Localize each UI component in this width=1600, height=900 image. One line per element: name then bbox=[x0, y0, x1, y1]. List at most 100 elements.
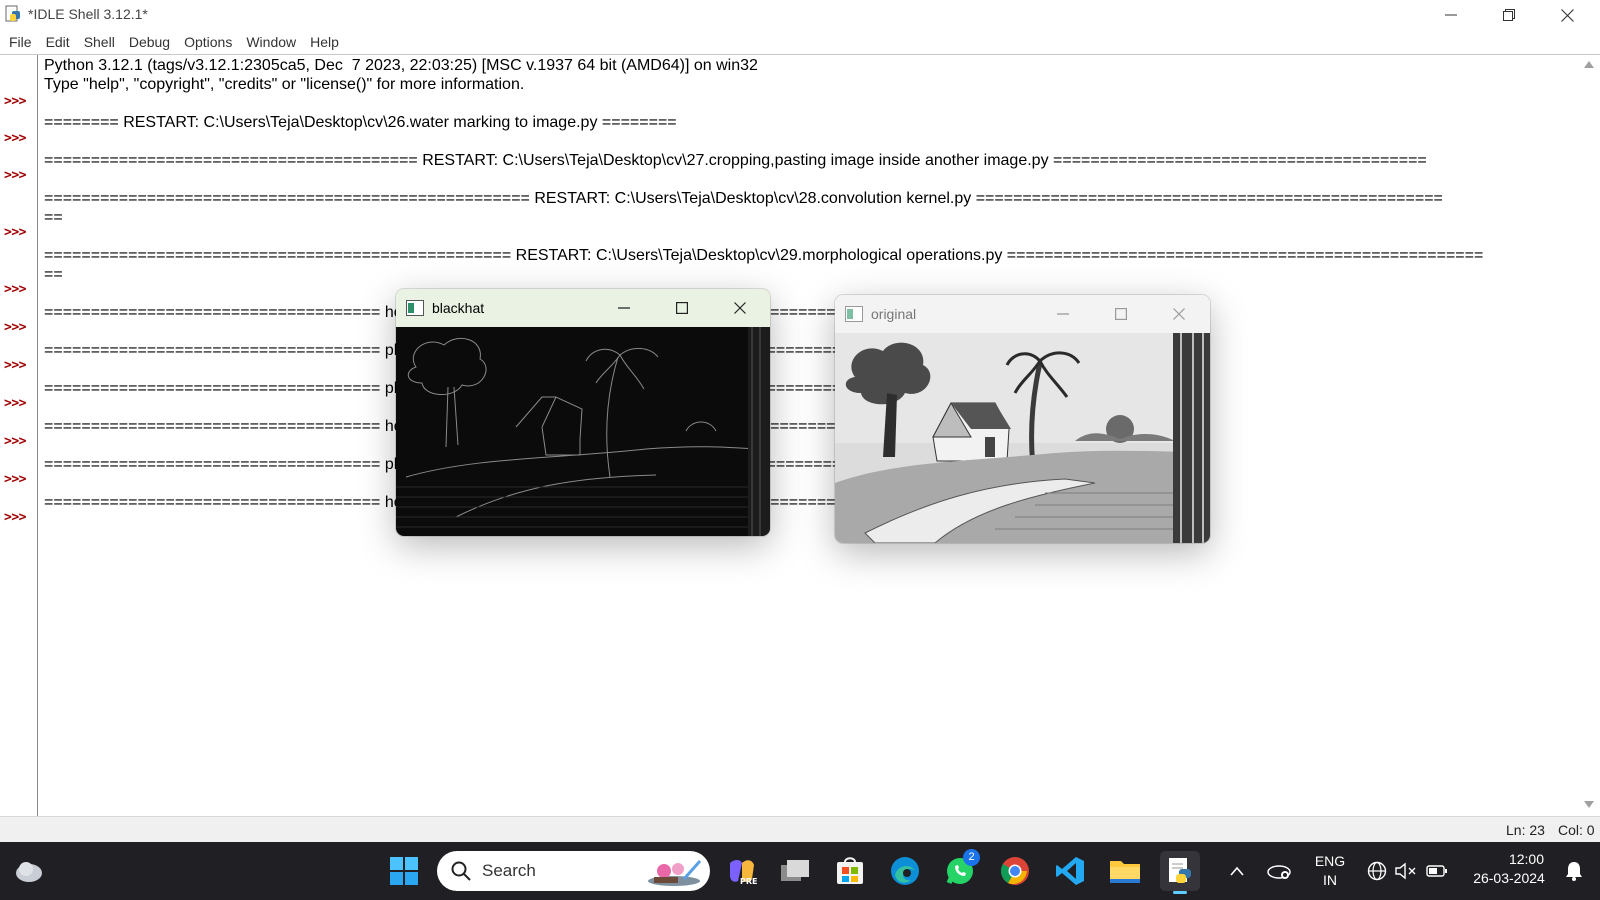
folder-icon bbox=[1110, 861, 1140, 883]
running-indicator bbox=[1173, 891, 1187, 894]
prompt-marker: >>> bbox=[4, 396, 26, 411]
scroll-up-icon[interactable] bbox=[1584, 61, 1594, 68]
scroll-down-icon[interactable] bbox=[1584, 801, 1594, 808]
menu-options[interactable]: Options bbox=[177, 31, 239, 53]
prompt-marker: >>> bbox=[4, 225, 26, 240]
minimize-icon bbox=[618, 307, 630, 309]
close-button[interactable] bbox=[1538, 0, 1596, 30]
task-view-icon bbox=[781, 860, 809, 881]
blackhat-window[interactable]: blackhat bbox=[396, 289, 770, 536]
edge-icon bbox=[891, 857, 919, 885]
menu-debug[interactable]: Debug bbox=[122, 31, 177, 53]
chrome-icon bbox=[1001, 857, 1029, 885]
prompt-marker: >>> bbox=[4, 472, 26, 487]
menu-help[interactable]: Help bbox=[303, 31, 346, 53]
menu-window[interactable]: Window bbox=[239, 31, 303, 53]
title-bar: *IDLE Shell 3.12.1* bbox=[0, 0, 1600, 30]
clock-date: 26-03-2024 bbox=[1473, 870, 1545, 886]
shell-frame: >>> >>> >>> >>> >>> >>> >>> >>> >>> >>> … bbox=[0, 54, 1600, 816]
store-icon bbox=[837, 857, 863, 884]
onedrive-tray[interactable] bbox=[1262, 851, 1296, 891]
shell-line: ========================================… bbox=[44, 190, 1443, 207]
opencv-window-icon bbox=[406, 300, 424, 316]
prompt-marker: >>> bbox=[4, 510, 26, 525]
close-icon bbox=[734, 302, 746, 314]
clock[interactable]: 12:00 26-03-2024 bbox=[1462, 851, 1556, 886]
battery-icon bbox=[1426, 865, 1447, 877]
notifications-button[interactable] bbox=[1556, 851, 1592, 891]
idle-taskbar-app[interactable] bbox=[1160, 851, 1200, 891]
minimize-button[interactable] bbox=[1422, 0, 1480, 30]
blackhat-title-bar[interactable]: blackhat bbox=[396, 289, 770, 327]
menu-file[interactable]: File bbox=[2, 31, 39, 53]
original-title-bar[interactable]: original bbox=[835, 295, 1210, 333]
blackhat-maximize-button[interactable] bbox=[668, 295, 696, 321]
window-title: *IDLE Shell 3.12.1* bbox=[28, 6, 148, 22]
prompt-marker: >>> bbox=[4, 168, 26, 183]
search-label: Search bbox=[482, 861, 536, 880]
restore-icon bbox=[1503, 9, 1515, 21]
menu-bar: File Edit Shell Debug Options Window Hel… bbox=[0, 30, 1600, 54]
globe-icon bbox=[1367, 861, 1387, 881]
taskbar-search-box[interactable]: Search bbox=[437, 851, 710, 891]
minimize-icon bbox=[1445, 14, 1457, 16]
shell-line: ======== RESTART: C:\Users\Teja\Desktop\… bbox=[44, 114, 677, 131]
onedrive-icon bbox=[1267, 865, 1291, 879]
edge-app[interactable] bbox=[885, 851, 925, 891]
search-highlight-icon bbox=[648, 860, 702, 886]
original-minimize-button[interactable] bbox=[1049, 301, 1077, 327]
blackhat-title: blackhat bbox=[432, 300, 485, 316]
bell-icon bbox=[1566, 862, 1582, 881]
maximize-icon bbox=[1115, 308, 1127, 320]
maximize-icon bbox=[676, 302, 688, 314]
copilot-app[interactable]: PRE bbox=[722, 851, 762, 891]
microsoft-store-app[interactable] bbox=[830, 851, 870, 891]
copilot-icon: PRE bbox=[730, 860, 758, 886]
opencv-window-icon bbox=[845, 306, 863, 322]
whatsapp-app[interactable]: 2 bbox=[940, 849, 980, 891]
original-image bbox=[835, 333, 1210, 543]
close-icon bbox=[1560, 8, 1574, 22]
prompt-marker: >>> bbox=[4, 131, 26, 146]
blackhat-minimize-button[interactable] bbox=[610, 295, 638, 321]
prompt-marker: >>> bbox=[4, 320, 26, 335]
line-number: Ln: 23 bbox=[1506, 822, 1545, 838]
minimize-icon bbox=[1057, 313, 1069, 315]
volume-tray[interactable] bbox=[1392, 851, 1420, 891]
volume-muted-icon bbox=[1395, 862, 1416, 880]
cloud-icon bbox=[16, 862, 42, 882]
restore-button[interactable] bbox=[1480, 0, 1538, 30]
chrome-app[interactable] bbox=[995, 851, 1035, 891]
show-hidden-icons-button[interactable] bbox=[1222, 851, 1252, 891]
menu-shell[interactable]: Shell bbox=[77, 31, 122, 53]
menu-edit[interactable]: Edit bbox=[39, 31, 77, 53]
battery-tray[interactable] bbox=[1422, 851, 1452, 891]
prompt-marker: >>> bbox=[4, 94, 26, 109]
prompt-gutter: >>> >>> >>> >>> >>> >>> >>> >>> >>> >>> … bbox=[0, 55, 38, 816]
vertical-scrollbar[interactable] bbox=[1578, 55, 1600, 816]
task-view-app[interactable] bbox=[775, 851, 815, 891]
shell-line: == bbox=[44, 209, 63, 226]
vscode-icon bbox=[1056, 857, 1084, 885]
network-tray[interactable] bbox=[1362, 851, 1392, 891]
search-icon bbox=[451, 861, 471, 881]
shell-text-area[interactable]: Python 3.12.1 (tags/v3.12.1:2305ca5, Dec… bbox=[44, 55, 1574, 816]
blackhat-close-button[interactable] bbox=[726, 295, 754, 321]
shell-line: Python 3.12.1 (tags/v3.12.1:2305ca5, Dec… bbox=[44, 57, 758, 74]
clock-time: 12:00 bbox=[1508, 851, 1544, 867]
svg-text:PRE: PRE bbox=[740, 877, 758, 886]
language-indicator[interactable]: ENG IN bbox=[1308, 853, 1352, 888]
language-code: ENG bbox=[1314, 853, 1346, 869]
shell-line: == bbox=[44, 266, 63, 283]
shell-line: ========================================… bbox=[44, 152, 1427, 169]
vscode-app[interactable] bbox=[1050, 851, 1090, 891]
original-close-button[interactable] bbox=[1165, 301, 1193, 327]
weather-widget[interactable] bbox=[9, 851, 49, 891]
file-explorer-app[interactable] bbox=[1105, 851, 1145, 891]
start-button[interactable] bbox=[384, 851, 424, 891]
original-window[interactable]: original bbox=[835, 295, 1210, 543]
shell-line: Type "help", "copyright", "credits" or "… bbox=[44, 76, 525, 93]
original-maximize-button[interactable] bbox=[1107, 301, 1135, 327]
region-code: IN bbox=[1323, 872, 1337, 888]
idle-app-icon bbox=[5, 5, 20, 22]
